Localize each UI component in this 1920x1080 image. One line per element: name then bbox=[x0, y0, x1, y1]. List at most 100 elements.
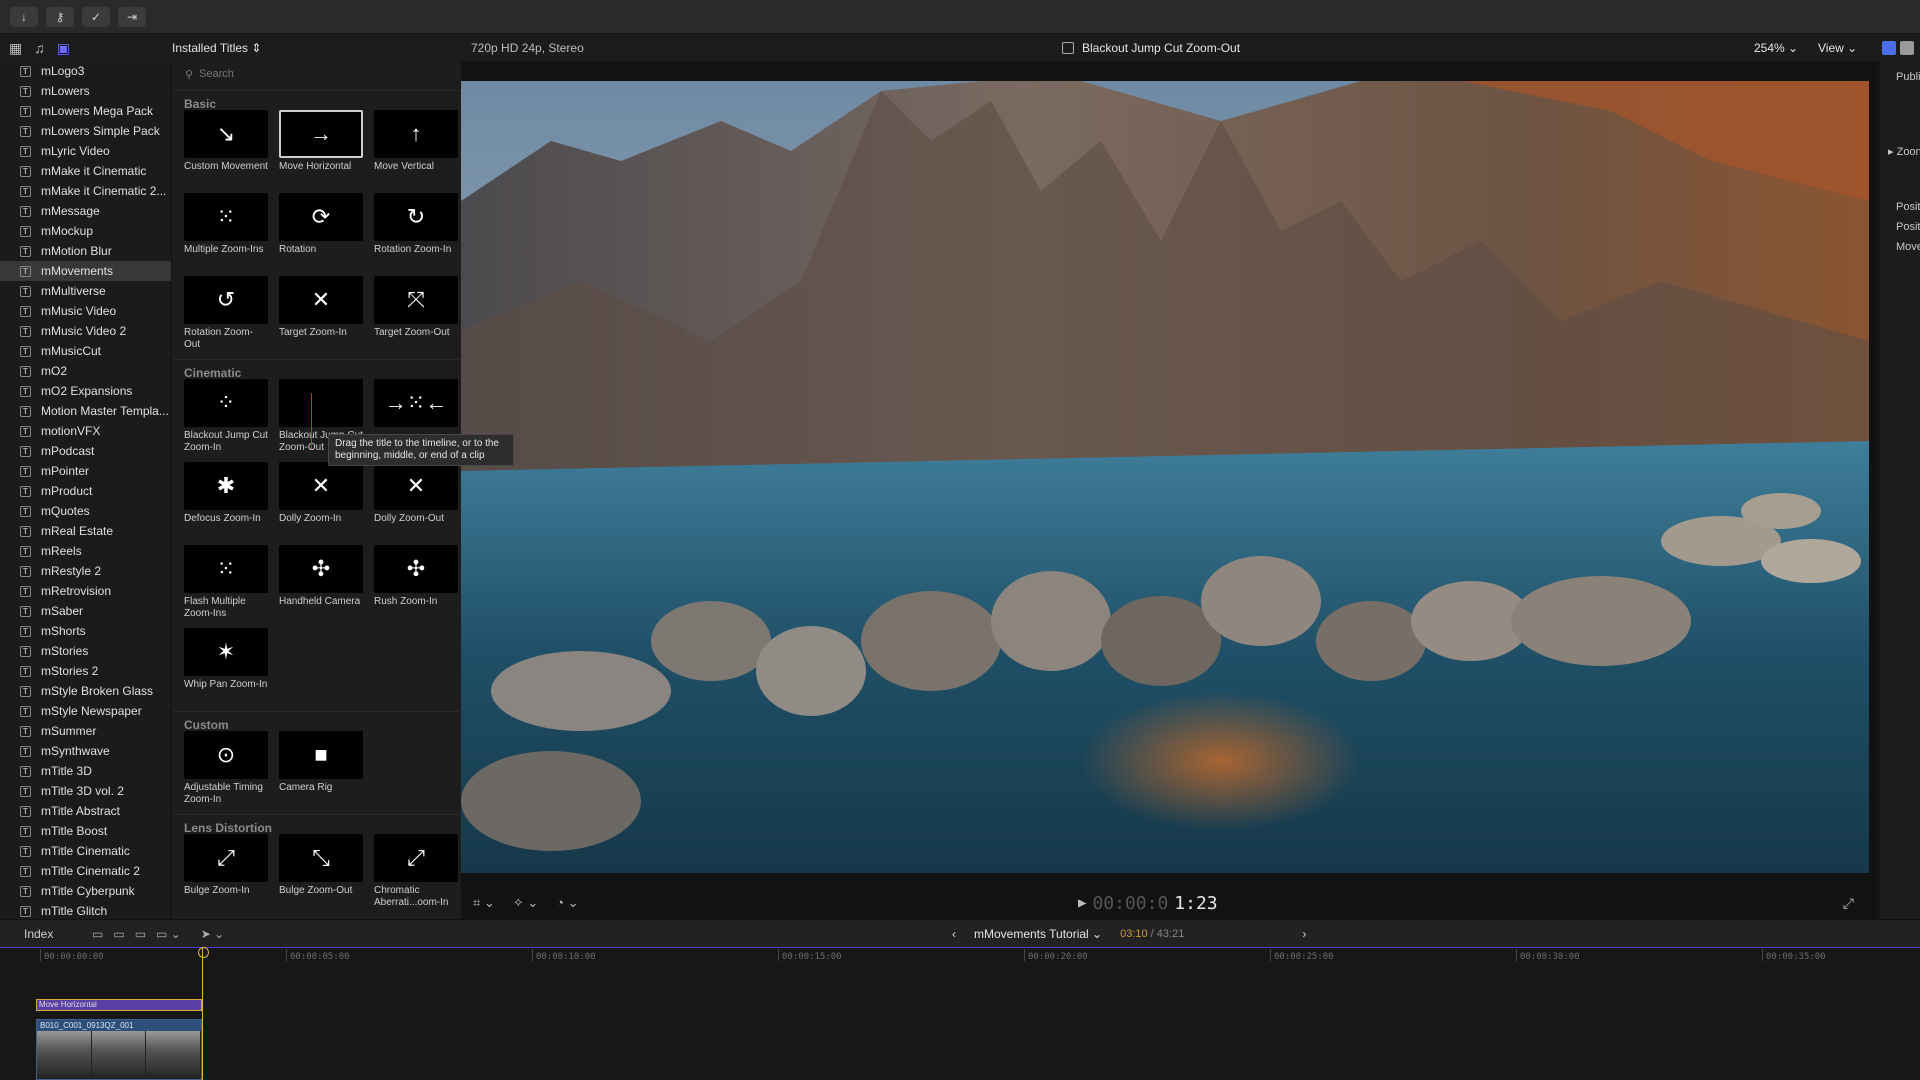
playhead[interactable] bbox=[198, 947, 209, 1080]
project-menu[interactable]: mMovements Tutorial ⌄ bbox=[974, 927, 1102, 941]
title-tile[interactable]: ⁘ Blackout Jump Cut Zoom-In bbox=[184, 379, 268, 462]
sidebar-item[interactable]: TmSaber bbox=[0, 601, 171, 621]
titles-generators-icon[interactable]: ▣ bbox=[57, 40, 70, 57]
sidebar-item[interactable]: TmStyle Broken Glass bbox=[0, 681, 171, 701]
title-clip[interactable]: Move Horizontal bbox=[36, 999, 202, 1011]
speed-icon[interactable]: ◔ ⌄ bbox=[556, 895, 578, 911]
title-tile[interactable]: ⟳ Rotation bbox=[279, 193, 363, 276]
background-tasks-icon[interactable]: ✓ bbox=[82, 6, 110, 27]
sidebar-item[interactable]: TmTitle Cinematic 2 bbox=[0, 861, 171, 881]
sidebar-item[interactable]: TmSummer bbox=[0, 721, 171, 741]
import-icon[interactable]: ↓ bbox=[10, 6, 38, 27]
append-clip-icon[interactable]: ▭ bbox=[135, 927, 146, 941]
connect-clip-icon[interactable]: ▭ bbox=[92, 927, 103, 941]
sidebar-item[interactable]: TmRestyle 2 bbox=[0, 561, 171, 581]
sidebar-item[interactable]: TmMultiverse bbox=[0, 281, 171, 301]
title-tile[interactable]: ↺ Rotation Zoom-Out bbox=[184, 276, 268, 359]
view-menu[interactable]: View ⌄ bbox=[1818, 41, 1857, 55]
title-tile[interactable]: → Move Horizontal bbox=[279, 110, 363, 193]
timeline-ruler[interactable]: 00:00:00:00 00:00:05:00 00:00:10:00 00:00:1… bbox=[0, 947, 1920, 965]
sidebar-item[interactable]: TmLogo3 bbox=[0, 61, 171, 81]
inspector-toggle-icon[interactable] bbox=[1882, 41, 1896, 55]
sidebar-item[interactable]: TmStories 2 bbox=[0, 661, 171, 681]
sidebar-item[interactable]: TmLowers Mega Pack bbox=[0, 101, 171, 121]
sidebar-item[interactable]: TmStyle Newspaper bbox=[0, 701, 171, 721]
sidebar-item[interactable]: TmMovements bbox=[0, 261, 171, 281]
photos-audio-icon[interactable]: ♫ bbox=[34, 40, 45, 57]
sidebar-item[interactable]: TmProduct bbox=[0, 481, 171, 501]
title-tile[interactable]: ✕ Dolly Zoom-Out bbox=[374, 462, 458, 545]
insert-clip-icon[interactable]: ▭ bbox=[113, 927, 124, 941]
title-tile[interactable]: ✣ Handheld Camera bbox=[279, 545, 363, 628]
enhance-icon[interactable]: ✧ ⌄ bbox=[513, 895, 538, 911]
select-tool-icon[interactable]: ➤ ⌄ bbox=[201, 927, 224, 941]
viewer-zoom-menu[interactable]: 254% ⌄ bbox=[1754, 41, 1798, 55]
fullscreen-icon[interactable]: ⤢ bbox=[1843, 895, 1854, 912]
sidebar-item[interactable]: T Motion Master Templa... bbox=[0, 401, 171, 421]
sidebar-item[interactable]: TmMotion Blur bbox=[0, 241, 171, 261]
inspector-zoom-row[interactable]: ▸ Zoon bbox=[1888, 145, 1920, 158]
video-frame[interactable] bbox=[461, 81, 1869, 873]
title-tile[interactable]: ✱ Defocus Zoom-In bbox=[184, 462, 268, 545]
share-icon[interactable]: ⇥ bbox=[118, 6, 146, 27]
sidebar-item[interactable]: TmPointer bbox=[0, 461, 171, 481]
title-tile[interactable]: ↑ Move Vertical bbox=[374, 110, 458, 193]
index-button[interactable]: Index bbox=[24, 927, 53, 941]
sidebar-item[interactable]: TmMusicCut bbox=[0, 341, 171, 361]
sidebar-item[interactable]: TmReal Estate bbox=[0, 521, 171, 541]
forward-chevron-icon[interactable]: › bbox=[1302, 927, 1306, 941]
sidebar-item[interactable]: TmTitle Abstract bbox=[0, 801, 171, 821]
sidebar-item[interactable]: TmMake it Cinematic bbox=[0, 161, 171, 181]
title-tile[interactable]: ■ Camera Rig bbox=[279, 731, 363, 814]
sidebar-item[interactable]: TmLowers bbox=[0, 81, 171, 101]
sidebar-item[interactable]: TmStories bbox=[0, 641, 171, 661]
sidebar-item[interactable]: TmReels bbox=[0, 541, 171, 561]
sidebar-item[interactable]: TmTitle 3D bbox=[0, 761, 171, 781]
sidebar-item[interactable]: TmTitle Cyberpunk bbox=[0, 881, 171, 901]
title-tile[interactable]: ✕ Dolly Zoom-In bbox=[279, 462, 363, 545]
sidebar-item[interactable]: TmMockup bbox=[0, 221, 171, 241]
sidebar-item[interactable]: TmLowers Simple Pack bbox=[0, 121, 171, 141]
title-tile[interactable]: ⁙ Multiple Zoom-Ins bbox=[184, 193, 268, 276]
sidebar-item[interactable]: TmMusic Video 2 bbox=[0, 321, 171, 341]
overwrite-clip-icon[interactable]: ▭ ⌄ bbox=[156, 927, 181, 941]
back-chevron-icon[interactable]: ‹ bbox=[952, 927, 956, 941]
title-tile[interactable]: ✕ Target Zoom-In bbox=[279, 276, 363, 359]
search-field[interactable]: ⚲ Search bbox=[181, 64, 454, 84]
sidebar-item[interactable]: TmTitle 3D vol. 2 bbox=[0, 781, 171, 801]
sidebar-item[interactable]: TmQuotes bbox=[0, 501, 171, 521]
libraries-icon[interactable]: ▦ bbox=[9, 40, 22, 57]
title-tile[interactable]: ⤧ Target Zoom-Out bbox=[374, 276, 458, 359]
keywords-icon[interactable]: ⚷ bbox=[46, 6, 74, 27]
sidebar-item[interactable]: TmMessage bbox=[0, 201, 171, 221]
sidebar-item[interactable]: TmO2 bbox=[0, 361, 171, 381]
sidebar-item[interactable]: TmMusic Video bbox=[0, 301, 171, 321]
sidebar-item[interactable]: TmMake it Cinematic 2... bbox=[0, 181, 171, 201]
video-clip[interactable]: B010_C001_0913QZ_001 bbox=[36, 1019, 202, 1080]
sidebar-item[interactable]: TmLyric Video bbox=[0, 141, 171, 161]
layout-toggle-icon[interactable] bbox=[1900, 41, 1914, 55]
title-tile[interactable]: ✣ Rush Zoom-In bbox=[374, 545, 458, 628]
sidebar-item[interactable]: TmSynthwave bbox=[0, 741, 171, 761]
title-tile[interactable]: ↻ Rotation Zoom-In bbox=[374, 193, 458, 276]
sidebar-item[interactable]: TmTitle Boost bbox=[0, 821, 171, 841]
chevron-down-icon: ⌄ bbox=[1847, 41, 1858, 55]
timeline[interactable]: 00:00:00:00 00:00:05:00 00:00:10:00 00:00:1… bbox=[0, 947, 1920, 1080]
sidebar-item[interactable]: TmPodcast bbox=[0, 441, 171, 461]
title-tile[interactable]: ⁙ Flash Multiple Zoom-Ins bbox=[184, 545, 268, 628]
browser-title[interactable]: Installed Titles ⇕ bbox=[172, 41, 460, 55]
sidebar-item[interactable]: TmO2 Expansions bbox=[0, 381, 171, 401]
title-tile[interactable]: ⤢ Chromatic Aberrati...oom-In bbox=[374, 834, 458, 917]
title-tile[interactable]: ⤢ Bulge Zoom-In bbox=[184, 834, 268, 917]
title-tile[interactable]: ⊙ Adjustable Timing Zoom-In bbox=[184, 731, 268, 814]
sidebar-item[interactable]: TmShorts bbox=[0, 621, 171, 641]
sidebar-item[interactable]: TmotionVFX bbox=[0, 421, 171, 441]
play-icon[interactable]: ▶ bbox=[1078, 895, 1086, 911]
sidebar-item[interactable]: TmTitle Cinematic bbox=[0, 841, 171, 861]
sidebar-item[interactable]: TmRetrovision bbox=[0, 581, 171, 601]
title-tile[interactable]: ↘ Custom Movement bbox=[184, 110, 268, 193]
sidebar-item[interactable]: TmTitle Glitch bbox=[0, 901, 171, 919]
crop-icon[interactable]: ⌗ ⌄ bbox=[473, 895, 495, 911]
title-tile[interactable]: ⤡ Bulge Zoom-Out bbox=[279, 834, 363, 917]
title-tile[interactable]: ✶ Whip Pan Zoom-In bbox=[184, 628, 268, 711]
